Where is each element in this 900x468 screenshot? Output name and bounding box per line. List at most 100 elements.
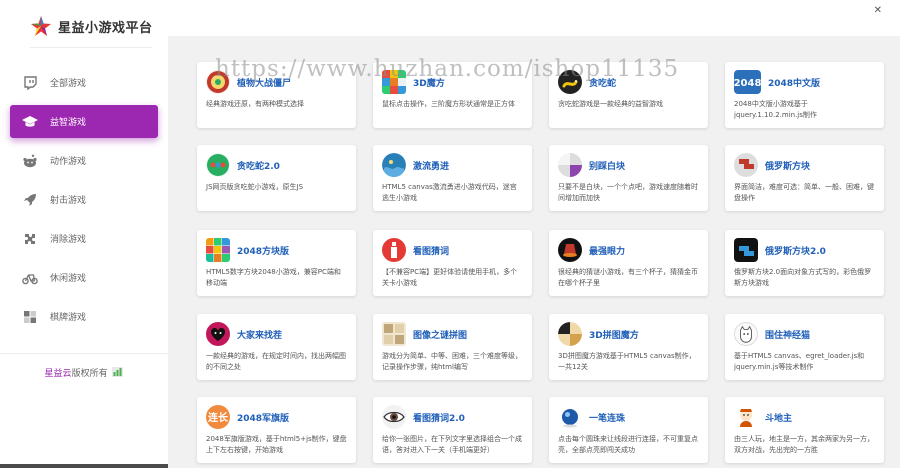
snake2-icon [206,153,230,177]
sidebar-item-label: 消除游戏 [50,235,87,245]
game-title: 2048中文版 [768,78,821,89]
game-description: JS网页版贪吃蛇小游戏，原生JS [206,183,304,191]
game-description: 3D拼图魔方游戏基于HTML5 canvas制作，一共12关 [558,352,696,371]
white-tiles-icon [558,153,582,177]
game-title: 激流勇进 [413,161,450,172]
sidebar-nav: 全部游戏 益智游戏 动作游戏 射击游戏 消除游戏 休闲游戏 棋牌游戏 [10,66,158,339]
2048-icon: 2048 [734,70,761,94]
game-title: 别踩白块 [589,161,626,172]
game-description: HTML5 canvas激流勇进小游戏代码，迷宫逃生小游戏 [382,183,517,202]
game-description: 一款经典的游戏，在规定时间内，找出两幅图的不同之处 [206,352,346,371]
divider [0,353,168,354]
game-card[interactable]: 俄罗斯方块2.0 俄罗斯方块2.0面向对象方式写的，彩色俄罗斯方块游戏 [725,230,884,296]
svg-text:2048: 2048 [734,78,761,89]
game-title: 斗地主 [765,413,793,424]
rocket-icon [22,192,38,208]
game-title: 看图猜词2.0 [413,413,465,424]
sidebar: 星益小游戏平台 全部游戏 益智游戏 动作游戏 射击游戏 消除游戏 休闲游戏 棋牌… [0,0,168,468]
game-card[interactable]: 一笔连珠 点击每个圆珠来让线段进行连接，不可重复点亮，全部点亮即闯关成功 [549,397,708,463]
graduation-cap-icon [22,114,38,130]
game-description: 2048军旗版游戏，基于html5+js制作，键盘上下左右按键，开始游戏 [206,435,347,454]
divider [30,47,152,48]
stats-icon[interactable] [112,367,124,377]
game-title: 俄罗斯方块 [765,161,811,172]
tetris2-icon [734,238,758,262]
game-card[interactable]: 围住神经猫 基于HTML5 canvas、egret_loader.js和jqu… [725,314,884,380]
sidebar-item-shooting[interactable]: 射击游戏 [10,183,158,216]
game-card[interactable]: 3D拼图魔方 3D拼图魔方游戏基于HTML5 canvas制作，一共12关 [549,314,708,380]
sidebar-item-label: 全部游戏 [50,79,87,89]
game-description: 2048中文版小游戏基于jquery.1.10.2.min.js制作 [734,100,817,119]
spot-difference-icon [206,322,230,346]
game-description: 给你一张图片，在下列文字里选择组合一个成语，答对进入下一关（手机端更好） [382,435,522,454]
game-card[interactable]: 大家来找茬 一款经典的游戏，在规定时间内，找出两幅图的不同之处 [197,314,356,380]
game-description: 由三人玩，地主是一方，其余两家为另一方，双方对战，先出完的一方胜 [734,435,874,454]
copyright: 星益云版权所有 [0,366,168,379]
game-title: 围住神经猫 [765,330,811,341]
game-description: 游戏分为简单、中等、困难，三个难度等级，记录操作步骤，纯html编写 [382,352,522,371]
copyright-link[interactable]: 星益云 [45,369,72,379]
game-card[interactable]: 图像之谜拼图 游戏分为简单、中等、困难，三个难度等级，记录操作步骤，纯html编… [373,314,532,380]
copyright-text: 版权所有 [71,369,108,379]
game-card[interactable]: 看图猜词2.0 给你一张图片，在下列文字里选择组合一个成语，答对进入下一关（手机… [373,397,532,463]
board-icon [22,309,38,325]
sidebar-item-casual[interactable]: 休闲游戏 [10,261,158,294]
brand-name: 星益小游戏平台 [58,20,153,36]
star-logo-icon [31,16,51,36]
landlord-icon [734,405,758,429]
sidebar-item-label: 益智游戏 [50,118,87,128]
game-card[interactable]: 斗地主 由三人玩，地主是一方，其余两家为另一方，双方对战，先出完的一方胜 [725,397,884,463]
watermark: https://www.huzhan.com/ishop11135 [215,56,680,82]
sidebar-item-label: 休闲游戏 [50,274,87,284]
game-title: 贪吃蛇2.0 [237,161,280,172]
game-title: 3D拼图魔方 [589,330,639,341]
sidebar-item-elimination[interactable]: 消除游戏 [10,222,158,255]
game-card[interactable]: 贪吃蛇2.0 JS网页版贪吃蛇小游戏，原生JS [197,145,356,211]
3d-puzzle-icon [558,322,582,346]
game-description: 鼠标点击操作，三阶魔方形状通常是正方体 [382,100,515,108]
game-description: 【不兼容PC端】更好体验请使用手机，多个关卡小游戏 [382,268,518,287]
sidebar-item-label: 棋牌游戏 [50,313,87,323]
eye-icon [382,405,406,429]
game-card[interactable]: 别踩白块 只要不是白块，一个个点吧，游戏速度随着时间增加而加快 [549,145,708,211]
brand[interactable]: 星益小游戏平台 [30,13,153,39]
game-card[interactable]: 2048方块版 HTML5数字方块2048小游戏，兼容PC端和移动端 [197,230,356,296]
game-description: 界面简洁，难度可选：简单、一般、困难，键盘操作 [734,183,874,202]
game-card[interactable]: 最强眼力 很经典的猜谜小游戏，有三个杯子，猜猜金币在哪个杯子里 [549,230,708,296]
game-title: 俄罗斯方块2.0 [765,246,826,257]
game-description: 贪吃蛇游戏是一款经典的益智游戏 [558,100,663,108]
sidebar-item-all[interactable]: 全部游戏 [10,66,158,99]
reddit-icon [22,153,38,169]
game-card[interactable]: 2048 2048中文版 2048中文版小游戏基于jquery.1.10.2.m… [725,62,884,128]
game-description: 经典游戏还原，有两种模式选择 [206,100,304,108]
game-title: 2048军旗版 [237,413,290,424]
sidebar-item-board[interactable]: 棋牌游戏 [10,300,158,333]
army-2048-icon: 连长 [206,405,230,429]
jigsaw-icon [382,322,406,346]
top-bar: ✕ [168,0,900,36]
cat-icon [734,322,758,346]
game-card[interactable]: 激流勇进 HTML5 canvas激流勇进小游戏代码，迷宫逃生小游戏 [373,145,532,211]
sidebar-item-label: 射击游戏 [50,196,87,206]
ball-icon [558,405,582,429]
close-icon[interactable]: ✕ [874,5,882,16]
game-title: 2048方块版 [237,246,290,257]
rapids-icon [382,153,406,177]
game-description: 很经典的猜谜小游戏，有三个杯子，猜猜金币在哪个杯子里 [558,268,698,287]
sidebar-item-action[interactable]: 动作游戏 [10,144,158,177]
game-card[interactable]: 俄罗斯方块 界面简洁，难度可选：简单、一般、困难，键盘操作 [725,145,884,211]
game-title: 最强眼力 [589,246,626,257]
tetris-icon [734,153,758,177]
game-title: 大家来找茬 [237,330,283,341]
sidebar-item-puzzle[interactable]: 益智游戏 [10,105,158,138]
puzzle-icon [22,231,38,247]
game-title: 图像之谜拼图 [413,330,468,341]
game-description: 只要不是白块，一个个点吧，游戏速度随着时间增加而加快 [558,183,698,202]
cups-icon [558,238,582,262]
game-card[interactable]: 看图猜词 【不兼容PC端】更好体验请使用手机，多个关卡小游戏 [373,230,532,296]
sidebar-bottom-bar [0,464,168,468]
game-title: 看图猜词 [413,246,450,257]
game-description: 基于HTML5 canvas、egret_loader.js和jquery.mi… [734,352,865,371]
game-card[interactable]: 连长 2048军旗版 2048军旗版游戏，基于html5+js制作，键盘上下左右… [197,397,356,463]
game-description: HTML5数字方块2048小游戏，兼容PC端和移动端 [206,268,341,287]
